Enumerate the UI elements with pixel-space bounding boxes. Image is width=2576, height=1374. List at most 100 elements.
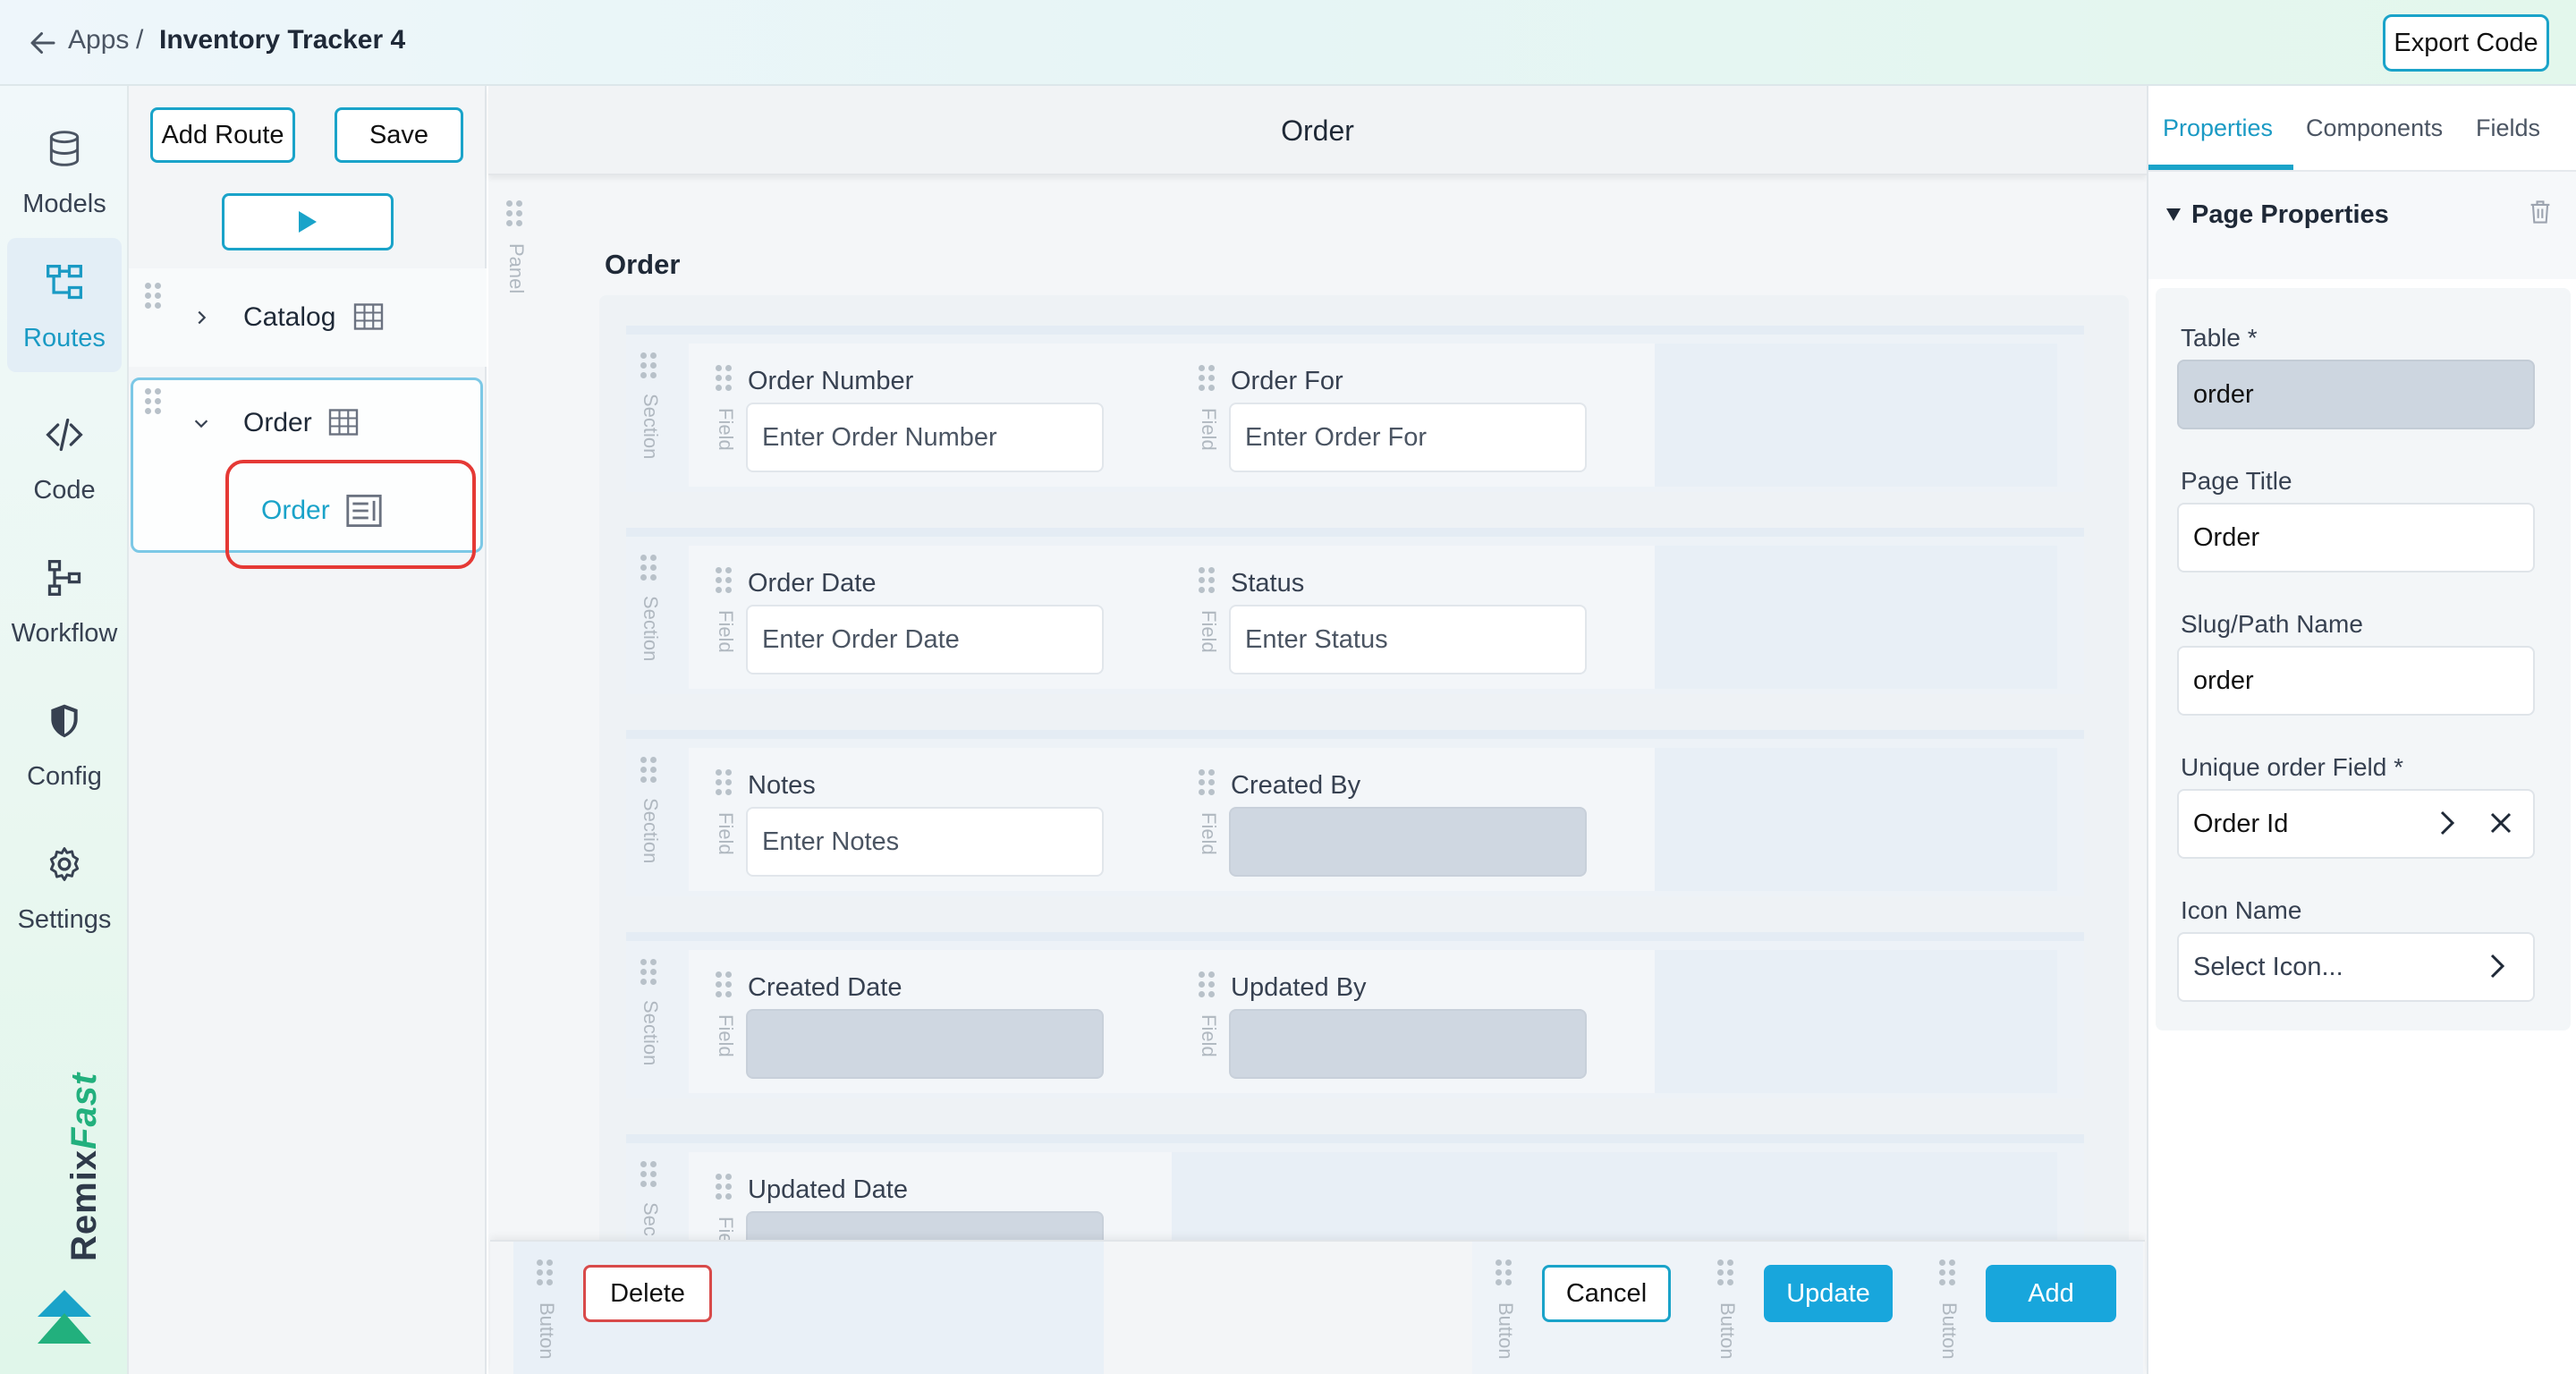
cancel-button[interactable]: Cancel <box>1542 1265 1671 1322</box>
arrow-left-icon[interactable] <box>27 27 59 59</box>
export-code-button[interactable]: Export Code <box>2383 14 2549 72</box>
drag-handle-icon[interactable] <box>145 283 163 311</box>
form-section: Section Field Order Number Enter Order N… <box>626 326 2084 492</box>
icon-name-placeholder: Select Icon... <box>2193 952 2343 981</box>
table-label: Table * <box>2181 324 2258 352</box>
rail-label-workflow: Workflow <box>11 619 118 648</box>
panel-title: Order <box>605 249 681 280</box>
section-fields: Field Order Number Enter Order Number Fi… <box>689 344 2057 487</box>
order-number-input[interactable]: Enter Order Number <box>746 403 1104 472</box>
rail-item-settings[interactable]: Settings <box>0 819 129 954</box>
trash-icon[interactable] <box>2528 199 2553 225</box>
field-label: Updated By <box>1231 973 1367 1002</box>
chevron-right-icon[interactable] <box>2487 952 2508 980</box>
action-bar: Button Delete Button Cancel Button Updat… <box>490 1240 2145 1374</box>
status-input[interactable]: Enter Status <box>1229 605 1587 674</box>
unique-field-label: Unique order Field * <box>2181 753 2404 781</box>
field-slot: Field Updated By <box>1172 950 1655 1093</box>
caret-down-icon[interactable] <box>2165 206 2182 224</box>
drag-handle-icon[interactable] <box>506 200 524 229</box>
rail-item-routes[interactable]: Routes <box>7 238 122 372</box>
field-slot: Field Order For Enter Order For <box>1172 344 1655 487</box>
empty-slot <box>1172 1152 2057 1242</box>
unique-field-select[interactable]: Order Id <box>2177 789 2535 859</box>
chevron-right-icon[interactable] <box>2436 809 2458 837</box>
table-icon <box>353 303 384 330</box>
button-side-label: Button <box>1495 1302 1517 1360</box>
close-icon[interactable] <box>2488 810 2513 835</box>
drag-handle-icon[interactable] <box>640 959 658 988</box>
rail-item-config[interactable]: Config <box>0 676 129 810</box>
field-slot: Fie Updated Date <box>689 1152 1172 1242</box>
rail-item-workflow[interactable]: Workflow <box>0 533 129 667</box>
form-icon <box>346 494 382 528</box>
run-button[interactable] <box>222 193 394 250</box>
drag-handle-icon[interactable] <box>716 971 733 1000</box>
field-label: Created By <box>1231 771 1361 800</box>
add-route-button[interactable]: Add Route <box>150 107 295 163</box>
delete-button[interactable]: Delete <box>583 1265 712 1322</box>
chevron-right-icon[interactable] <box>191 308 211 327</box>
notes-input[interactable]: Enter Notes <box>746 807 1104 877</box>
icon-name-label: Icon Name <box>2181 896 2302 924</box>
drag-handle-icon[interactable] <box>640 1161 658 1190</box>
route-label-catalog: Catalog <box>243 302 336 332</box>
subroute-order[interactable]: Order <box>261 496 330 526</box>
save-button[interactable]: Save <box>335 107 463 163</box>
breadcrumb-apps[interactable]: Apps <box>68 25 129 55</box>
rail-item-code[interactable]: Code <box>0 390 129 524</box>
slug-field[interactable]: order <box>2177 646 2535 716</box>
drag-handle-icon[interactable] <box>1717 1260 1735 1288</box>
properties-tabs: Properties Components Fields <box>2148 86 2576 172</box>
created-by-input <box>1229 807 1587 877</box>
drag-handle-icon[interactable] <box>640 555 658 583</box>
order-date-input[interactable]: Enter Order Date <box>746 605 1104 674</box>
tab-properties[interactable]: Properties <box>2163 114 2273 142</box>
field-label: Order Date <box>748 569 877 598</box>
update-button[interactable]: Update <box>1764 1265 1893 1322</box>
drag-handle-icon[interactable] <box>716 769 733 798</box>
top-bar: Apps / Inventory Tracker 4 Export Code <box>0 0 2576 86</box>
empty-slot <box>1655 748 2057 891</box>
icon-name-select[interactable]: Select Icon... <box>2177 932 2535 1002</box>
drag-handle-icon[interactable] <box>640 757 658 785</box>
drag-handle-icon[interactable] <box>1939 1260 1957 1288</box>
drag-handle-icon[interactable] <box>145 388 163 417</box>
add-button[interactable]: Add <box>1986 1265 2116 1322</box>
drag-handle-icon[interactable] <box>716 567 733 596</box>
field-label: Order Number <box>748 367 914 395</box>
section-side-label: Section <box>640 798 662 864</box>
drag-handle-icon[interactable] <box>1199 769 1216 798</box>
field-slot: Field Notes Enter Notes <box>689 748 1172 891</box>
created-date-input <box>746 1009 1104 1079</box>
drag-handle-icon[interactable] <box>716 365 733 394</box>
rail-item-models[interactable]: Models <box>0 104 129 238</box>
tab-fields[interactable]: Fields <box>2476 114 2540 142</box>
button-side-label: Button <box>1938 1302 1961 1360</box>
route-label-order: Order <box>243 408 312 437</box>
field-slot: Field Created By <box>1172 748 1655 891</box>
drag-handle-icon[interactable] <box>1199 365 1216 394</box>
slug-label: Slug/Path Name <box>2181 610 2363 638</box>
tab-components[interactable]: Components <box>2306 114 2443 142</box>
route-item-catalog[interactable]: Catalog <box>129 268 487 367</box>
drag-handle-icon[interactable] <box>640 352 658 381</box>
table-icon <box>328 409 359 436</box>
empty-slot <box>1655 546 2057 689</box>
drag-handle-icon[interactable] <box>537 1260 555 1288</box>
drag-handle-icon[interactable] <box>1199 971 1216 1000</box>
button-side-label: Button <box>1716 1302 1739 1360</box>
rail-label-settings: Settings <box>17 905 112 934</box>
drag-handle-icon[interactable] <box>1199 567 1216 596</box>
form-section: Section Field Order Date Enter Order Dat… <box>626 528 2084 694</box>
section-side-label: Sec <box>640 1202 662 1236</box>
database-icon <box>49 131 80 166</box>
drag-handle-icon[interactable] <box>716 1174 733 1202</box>
drag-handle-icon[interactable] <box>1496 1260 1513 1288</box>
section-fields: Fie Updated Date <box>689 1152 2057 1242</box>
page-title-field[interactable]: Order <box>2177 503 2535 572</box>
field-side-label: Field <box>715 408 737 451</box>
field-side-label: Fie <box>715 1217 737 1242</box>
chevron-down-icon[interactable] <box>191 413 211 433</box>
order-for-input[interactable]: Enter Order For <box>1229 403 1587 472</box>
